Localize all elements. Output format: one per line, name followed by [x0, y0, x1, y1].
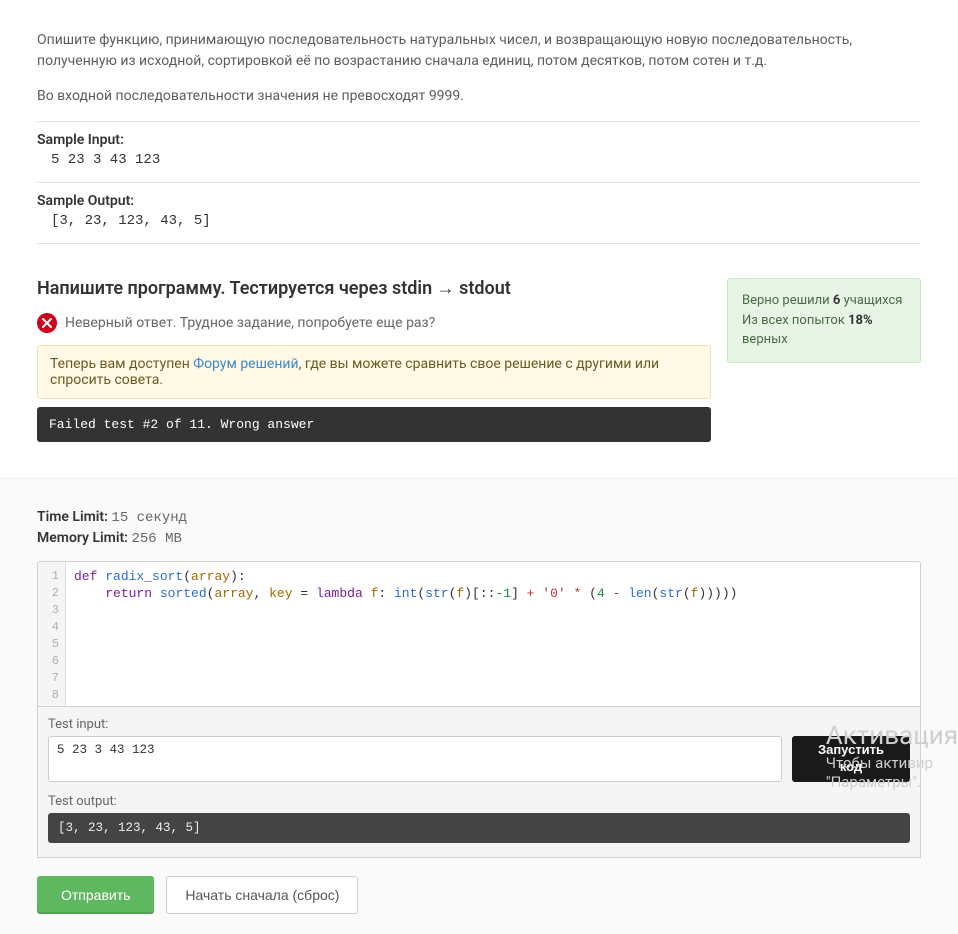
stats-percent: 18% [848, 313, 873, 328]
line-number: 5 [46, 636, 59, 653]
line-number: 1 [46, 568, 59, 585]
run-code-button[interactable]: Запустить код [792, 736, 910, 782]
test-output: [3, 23, 123, 43, 5] [48, 813, 910, 843]
line-number: 2 [46, 585, 59, 602]
test-panel: Test input: Запустить код Test output: [… [37, 707, 921, 858]
sample-output-label: Sample Output: [37, 193, 921, 209]
memory-limit-label: Memory Limit: [37, 530, 128, 546]
test-input-label: Test input: [48, 717, 910, 732]
code-content[interactable]: def radix_sort(array): return sorted(arr… [66, 562, 920, 706]
memory-limit-value: 256 MB [131, 531, 181, 547]
divider [37, 243, 921, 244]
line-number: 7 [46, 670, 59, 687]
sample-output-block: Sample Output: [3, 23, 123, 43, 5] [37, 193, 921, 229]
problem-description: Опишите функцию, принимающую последовате… [37, 0, 921, 107]
stats-text: Из всех попыток [742, 313, 848, 328]
forum-link[interactable]: Форум решений [193, 356, 298, 372]
code-editor[interactable]: 1 2 3 4 5 6 7 8 def radix_sort(array): r… [37, 561, 921, 707]
line-number: 6 [46, 653, 59, 670]
line-number: 8 [46, 687, 59, 704]
time-limit-label: Time Limit: [37, 509, 108, 525]
test-input[interactable] [48, 736, 782, 782]
divider [37, 182, 921, 183]
description-p2: Во входной последовательности значения н… [37, 86, 921, 107]
stats-text: учащихся [840, 293, 902, 308]
wrong-answer-text: Неверный ответ. Трудное задание, попробу… [65, 315, 435, 331]
reset-button[interactable]: Начать сначала (сброс) [166, 876, 358, 914]
divider [37, 121, 921, 122]
line-number: 3 [46, 602, 59, 619]
line-gutter: 1 2 3 4 5 6 7 8 [38, 562, 66, 706]
stats-text: Верно решили [742, 293, 833, 308]
stats-box: Верно решили 6 учащихся Из всех попыток … [727, 278, 921, 363]
description-p1: Опишите функцию, принимающую последовате… [37, 30, 921, 72]
sample-input-label: Sample Input: [37, 132, 921, 148]
stats-text: верных [742, 332, 788, 347]
submit-button[interactable]: Отправить [37, 876, 154, 914]
line-number: 4 [46, 619, 59, 636]
limits-block: Time Limit: 15 секунд Memory Limit: 256 … [37, 509, 921, 547]
time-limit-value: 15 секунд [111, 510, 187, 526]
sample-input-value: 5 23 3 43 123 [37, 152, 921, 168]
test-output-label: Test output: [48, 794, 910, 809]
wrong-answer-row: Неверный ответ. Трудное задание, попробу… [37, 313, 711, 333]
failed-test-bar: Failed test #2 of 11. Wrong answer [37, 407, 711, 442]
error-icon [37, 313, 57, 333]
task-title: Напишите программу. Тестируется через st… [37, 278, 711, 299]
sample-output-value: [3, 23, 123, 43, 5] [37, 213, 921, 229]
forum-banner: Теперь вам доступен Форум решений, где в… [37, 345, 711, 399]
sample-input-block: Sample Input: 5 23 3 43 123 [37, 132, 921, 168]
forum-prefix: Теперь вам доступен [50, 356, 193, 372]
